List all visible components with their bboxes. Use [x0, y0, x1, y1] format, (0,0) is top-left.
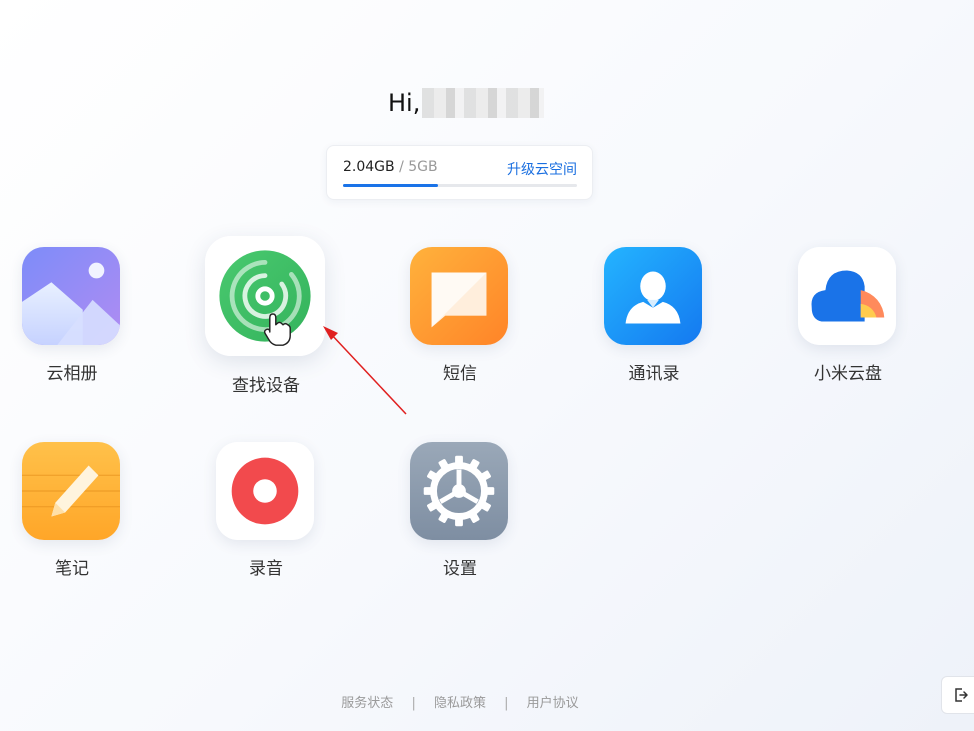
- storage-progress-fill: [343, 184, 439, 187]
- app-label: 短信: [443, 364, 477, 384]
- cloud-drive-icon: [798, 247, 896, 345]
- upgrade-storage-link[interactable]: 升级云空间: [507, 159, 577, 179]
- app-find-device[interactable]: 查找设备: [186, 236, 346, 396]
- footer: 服务状态 | 隐私政策 | 用户协议: [0, 692, 920, 711]
- app-label: 查找设备: [232, 376, 300, 396]
- logout-icon: [955, 688, 968, 702]
- app-label: 云相册: [46, 364, 98, 384]
- app-settings[interactable]: 设置: [380, 442, 540, 582]
- app-label: 录音: [249, 559, 283, 579]
- footer-link-service-status[interactable]: 服务状态: [341, 696, 393, 711]
- app-label: 笔记: [55, 559, 89, 579]
- contacts-icon: [604, 247, 702, 345]
- app-cloud-drive[interactable]: 小米云盘: [768, 247, 928, 387]
- app-label: 设置: [443, 559, 477, 579]
- footer-link-privacy-policy[interactable]: 隐私政策: [434, 696, 486, 711]
- storage-used: 2.04GB: [343, 159, 395, 175]
- footer-separator: |: [411, 696, 416, 711]
- settings-icon: [410, 442, 508, 540]
- gallery-icon: [22, 247, 120, 345]
- notes-icon: [22, 442, 120, 540]
- recorder-icon: [216, 442, 314, 540]
- app-label: 通讯录: [628, 364, 680, 384]
- redacted-username: [422, 88, 545, 118]
- storage-total: 5GB: [408, 159, 438, 175]
- storage-usage-text: 2.04GB / 5GB: [343, 159, 438, 175]
- sms-icon: [410, 247, 508, 345]
- app-label: 小米云盘: [814, 364, 882, 384]
- app-recorder[interactable]: 录音: [186, 442, 346, 582]
- storage-progress-bar: [343, 184, 577, 187]
- app-notes[interactable]: 笔记: [0, 442, 152, 582]
- app-sms[interactable]: 短信: [380, 247, 540, 387]
- storage-card: 2.04GB / 5GB 升级云空间: [326, 145, 593, 200]
- footer-link-user-agreement[interactable]: 用户协议: [527, 696, 579, 711]
- storage-separator: /: [399, 159, 404, 175]
- logout-button[interactable]: [941, 676, 974, 714]
- app-contacts[interactable]: 通讯录: [574, 247, 734, 387]
- find-device-icon: [205, 236, 325, 356]
- greeting: Hi,: [388, 86, 545, 120]
- footer-separator: |: [504, 696, 509, 711]
- app-cloud-gallery[interactable]: 云相册: [0, 247, 152, 387]
- greeting-text: Hi,: [388, 89, 421, 117]
